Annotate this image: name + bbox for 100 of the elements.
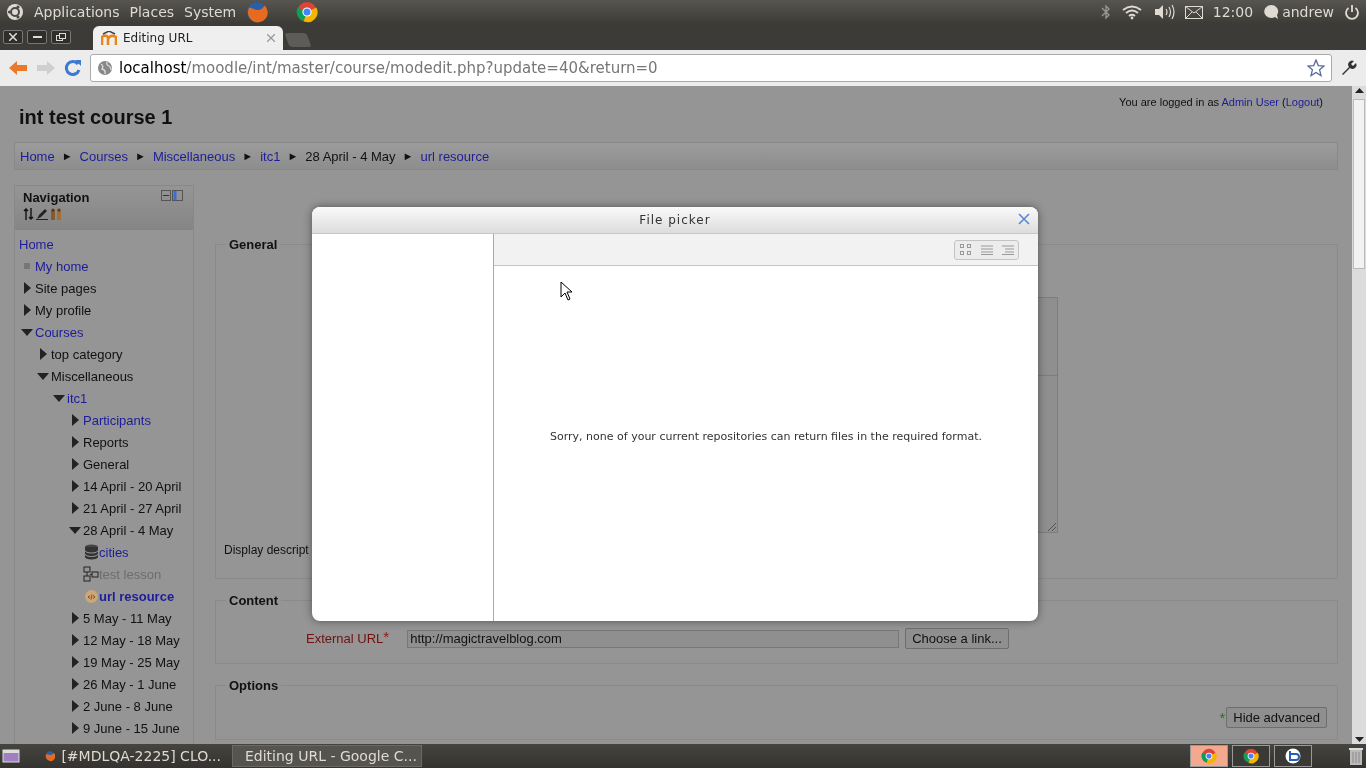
edit-icon[interactable] (36, 208, 48, 220)
resize-handle-icon[interactable] (1047, 522, 1056, 531)
collapsed-arrow-icon[interactable] (71, 480, 79, 492)
tray-app-button[interactable] (1232, 745, 1270, 767)
firefox-icon[interactable] (45, 748, 56, 764)
nav-item[interactable]: top category (51, 346, 123, 362)
collapsed-arrow-icon[interactable] (71, 436, 79, 448)
scroll-thumb[interactable] (1353, 99, 1365, 269)
nav-item[interactable]: 19 May - 25 May (83, 654, 180, 670)
chrome-icon[interactable] (1243, 748, 1259, 764)
address-bar[interactable]: localhost/moodle/int/master/course/modedit.php?update=40&return=0 (90, 54, 1332, 82)
nav-item[interactable]: itc1 (67, 390, 88, 406)
scrollbar[interactable] (1352, 86, 1366, 744)
bookmark-star-icon[interactable] (1307, 59, 1325, 77)
minimize-button[interactable] (27, 30, 47, 44)
login-info: You are logged in as Admin User (Logout) (1119, 96, 1323, 108)
nav-item[interactable]: Courses (35, 324, 84, 340)
nav-item[interactable]: My home (35, 258, 89, 274)
wifi-icon[interactable] (1120, 4, 1143, 20)
browser-tab[interactable]: Editing URL (93, 26, 283, 50)
mail-icon[interactable] (1184, 5, 1203, 19)
field-label: External URL (306, 631, 384, 646)
taskbar-window[interactable]: [#MDLQA-2225] CLO... (38, 745, 228, 767)
panel-menu[interactable]: System (184, 4, 237, 20)
nav-item[interactable]: 9 June - 15 June (83, 720, 180, 736)
roles-icon[interactable] (50, 208, 62, 220)
collapsed-arrow-icon[interactable] (71, 700, 79, 712)
user-status-icon (1263, 4, 1280, 20)
collapsed-arrow-icon[interactable] (71, 678, 79, 690)
logout-link[interactable]: Logout (1285, 96, 1320, 108)
nav-item[interactable]: 2 June - 8 June (83, 698, 173, 714)
breadcrumb-item[interactable]: Courses (79, 148, 128, 164)
expanded-arrow-icon[interactable] (53, 394, 65, 402)
ubuntu-logo-icon[interactable] (6, 3, 24, 21)
collapsed-arrow-icon[interactable] (71, 722, 79, 734)
nav-item[interactable]: 5 May - 11 May (83, 610, 172, 626)
collapsed-arrow-icon[interactable] (71, 634, 79, 646)
restore-button[interactable] (51, 30, 71, 44)
show-desktop-icon[interactable] (2, 748, 20, 764)
tray-app-button[interactable] (1274, 745, 1312, 767)
breadcrumb-item[interactable]: Miscellaneous (152, 148, 236, 164)
grid-icon (960, 244, 971, 255)
nav-item[interactable]: 12 May - 18 May (83, 632, 180, 648)
breadcrumb-separator: ► (287, 150, 299, 162)
nav-item[interactable]: cities (99, 544, 129, 560)
expanded-arrow-icon[interactable] (69, 526, 81, 534)
close-icon (9, 33, 17, 41)
breadcrumb-item[interactable]: Home (20, 148, 55, 164)
dialog-title: File picker (639, 213, 711, 227)
collapsed-arrow-icon[interactable] (71, 458, 79, 470)
move-icon[interactable] (23, 208, 34, 220)
panel-menu[interactable]: Applications (34, 4, 120, 20)
trash-icon[interactable] (1348, 746, 1364, 766)
power-icon[interactable] (1344, 4, 1360, 20)
taskbar-window[interactable]: Editing URL - Google C... (232, 745, 422, 767)
breadcrumb-separator: ► (242, 150, 254, 162)
clock[interactable]: 12:00 (1212, 4, 1254, 20)
advanced-marker: * (1219, 709, 1226, 726)
dock-controls-icon[interactable] (161, 190, 183, 201)
firefox-icon[interactable] (246, 1, 269, 23)
nav-item[interactable]: Home (19, 236, 54, 252)
user-link[interactable]: Admin User (1221, 96, 1279, 108)
bluetooth-icon[interactable] (1100, 4, 1111, 20)
section-legend: General (226, 237, 281, 252)
expanded-arrow-icon[interactable] (21, 328, 33, 336)
collapsed-arrow-icon[interactable] (71, 414, 79, 426)
collapsed-arrow-icon[interactable] (23, 282, 31, 294)
close-button[interactable] (3, 30, 23, 44)
choose-link-button[interactable]: Choose a link... (905, 628, 1009, 649)
volume-icon[interactable] (1152, 4, 1175, 20)
nav-item[interactable]: url resource (99, 588, 175, 604)
nav-item[interactable]: 26 May - 1 June (83, 676, 177, 692)
tree-list-icon (1001, 244, 1014, 255)
wrench-icon[interactable] (1340, 59, 1358, 77)
collapsed-arrow-icon[interactable] (71, 656, 79, 668)
collapsed-arrow-icon[interactable] (23, 304, 31, 316)
chrome-icon[interactable] (296, 1, 319, 23)
nav-item[interactable]: Site pages (35, 280, 97, 296)
nav-item[interactable]: 28 April - 4 May (83, 522, 174, 538)
breadcrumb-item[interactable]: itc1 (260, 148, 281, 164)
nav-item[interactable]: Participants (83, 412, 151, 428)
nav-item[interactable]: Miscellaneous (51, 368, 134, 384)
url-input[interactable]: http://magictravelblog.com (407, 629, 900, 648)
breadcrumb-separator: ► (402, 150, 414, 162)
panel-menu[interactable]: Places (129, 4, 175, 20)
user-name[interactable]: andrew (1282, 4, 1334, 20)
hide-advanced-button[interactable]: Hide advanced (1226, 707, 1327, 728)
nav-item[interactable]: 21 April - 27 April (83, 500, 182, 516)
nav-item[interactable]: My profile (35, 302, 92, 318)
nav-item[interactable]: Reports (83, 434, 129, 450)
nav-item[interactable]: 14 April - 20 April (83, 478, 182, 494)
breadcrumb-item[interactable]: url resource (420, 148, 490, 164)
required-marker: * (383, 628, 390, 645)
course-title: int test course 1 (19, 106, 173, 129)
collapsed-arrow-icon[interactable] (71, 502, 79, 514)
nav-item[interactable]: General (83, 456, 130, 472)
reload-icon[interactable] (64, 59, 82, 77)
expanded-arrow-icon[interactable] (37, 372, 49, 380)
collapsed-arrow-icon[interactable] (71, 612, 79, 624)
collapsed-arrow-icon[interactable] (39, 348, 47, 360)
